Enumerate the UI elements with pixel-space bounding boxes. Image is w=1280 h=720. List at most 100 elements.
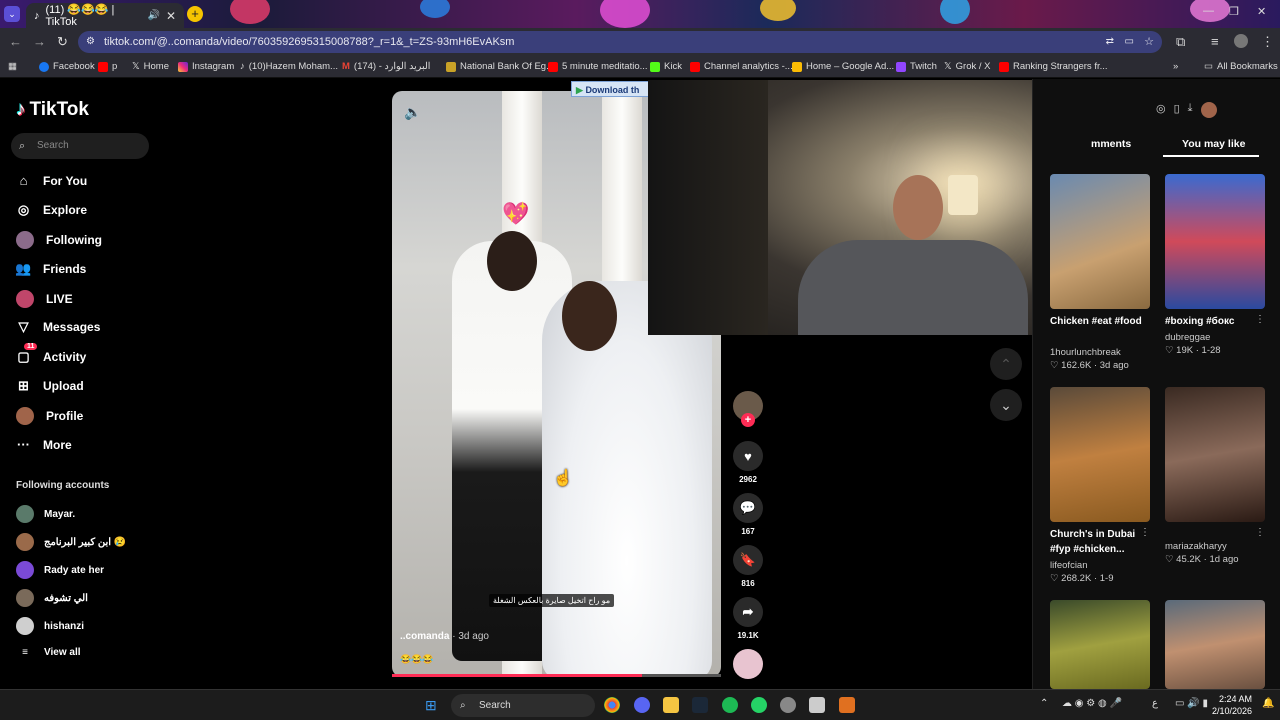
browser-menu-icon[interactable]: ⋮ <box>1261 34 1274 50</box>
nav-for-you[interactable]: ⌂ For You <box>16 173 88 188</box>
tab-comments[interactable]: mments <box>1091 138 1131 150</box>
notification-icon[interactable]: 🔔 <box>1262 698 1274 709</box>
bookmark-nbe[interactable]: National Bank Of Eg... <box>446 61 554 72</box>
video-username[interactable]: 1hourlunchbreak <box>1050 347 1121 358</box>
nav-activity[interactable]: ▢ 11 Activity <box>16 343 86 364</box>
bookmarks-overflow-icon[interactable]: » <box>1173 61 1178 72</box>
bookmark-twitch[interactable]: Twitch <box>896 61 937 72</box>
forward-icon[interactable]: → <box>33 34 46 49</box>
video-thumbnail[interactable] <box>1050 387 1150 522</box>
device-icon[interactable]: ▯ <box>1174 102 1180 118</box>
bookmark-ranking[interactable]: Ranking Strangers fr... <box>999 61 1108 72</box>
bookmark-star-icon[interactable]: ☆ <box>1144 31 1154 53</box>
cast-icon[interactable]: ▭ <box>1125 31 1134 53</box>
back-icon[interactable]: ← <box>9 34 22 49</box>
share-button[interactable]: ➦ 19.1K <box>733 597 763 640</box>
bookmark-hazem[interactable]: ♪ (10)Hazem Moham... <box>240 61 338 72</box>
app-icon[interactable] <box>839 697 855 713</box>
chrome-icon[interactable] <box>604 697 620 713</box>
app-icon[interactable] <box>809 697 825 713</box>
tiktok-logo[interactable]: ♪ TikTok <box>16 99 89 121</box>
video-title[interactable]: #boxing #бокс <box>1165 314 1265 329</box>
whatsapp-icon[interactable] <box>751 697 767 713</box>
video-thumbnail[interactable] <box>1050 600 1150 689</box>
window-minimize-icon[interactable]: — <box>1203 5 1214 17</box>
more-options-icon[interactable]: ⋮ <box>1140 527 1150 538</box>
all-bookmarks[interactable]: ▭ All Bookmarks <box>1204 61 1278 72</box>
tab-you-may-like[interactable]: You may like <box>1182 138 1245 150</box>
bookmark-home[interactable]: 𝕏 Home <box>132 61 169 72</box>
following-account[interactable]: الي تشوفه <box>16 589 88 607</box>
extensions-icon[interactable]: ⧉ <box>1176 34 1185 50</box>
video-thumbnail[interactable] <box>1165 387 1265 522</box>
view-all-link[interactable]: ≡ View all <box>16 647 80 658</box>
video-author[interactable]: ..comanda · 3d ago <box>400 631 489 642</box>
following-account[interactable]: hishanzi <box>16 617 84 635</box>
obs-icon[interactable] <box>780 697 796 713</box>
close-tab-icon[interactable]: ✕ <box>166 9 176 23</box>
tab-search-icon[interactable]: ⌄ <box>4 6 20 22</box>
spotify-icon[interactable] <box>722 697 738 713</box>
video-title[interactable]: Church's in Dubai #fyp #chicken... <box>1050 527 1150 557</box>
discord-icon[interactable] <box>634 697 650 713</box>
tab-audio-icon[interactable]: 🔊 <box>147 10 159 21</box>
following-account[interactable]: Mayar. <box>16 505 75 523</box>
volume-icon[interactable]: 🔈 <box>404 104 421 121</box>
video-thumbnail[interactable] <box>1165 600 1265 689</box>
profile-avatar[interactable] <box>1234 34 1248 48</box>
video-username[interactable]: dubreggae <box>1165 332 1210 343</box>
more-options-icon[interactable]: ⋮ <box>1255 527 1265 538</box>
following-account[interactable]: Rady ate her <box>16 561 104 579</box>
coin-icon[interactable]: ◎ <box>1156 102 1166 118</box>
bookmark-google-ads[interactable]: Home – Google Ad... <box>792 61 894 72</box>
video-title[interactable]: Chicken #eat #food <box>1050 314 1150 329</box>
bookmark-kick[interactable]: Kick <box>650 61 682 72</box>
following-account[interactable]: ابن كبير البرنامج 😢 <box>16 533 126 551</box>
bookmark-gmail[interactable]: M (174) - البريد الوارد <box>342 61 430 72</box>
url-input[interactable]: ⚙ tiktok.com/@..comanda/video/7603592695… <box>78 31 1162 53</box>
language-icon[interactable]: ع <box>1152 698 1158 709</box>
translate-icon[interactable]: ⇄ <box>1106 31 1114 53</box>
follow-plus-icon[interactable]: + <box>741 413 755 427</box>
reading-list-icon[interactable]: ≡ <box>1211 34 1219 49</box>
windows-start-icon[interactable]: ⊞ <box>425 697 441 713</box>
apps-grid-icon[interactable]: ▦ <box>8 61 17 72</box>
author-avatar-button[interactable]: + <box>733 391 763 427</box>
video-progress-bar[interactable] <box>392 674 721 677</box>
nav-explore[interactable]: ◎ Explore <box>16 202 87 217</box>
file-explorer-icon[interactable] <box>663 697 679 713</box>
nav-messages[interactable]: ▽ Messages <box>16 319 101 334</box>
download-icon[interactable]: ⤓ <box>1188 102 1193 118</box>
active-tab[interactable]: ♪ (11) 😂😂😂 | TikTok 🔊 ✕ <box>26 3 184 28</box>
tray-icons[interactable]: ☁ ◉ ⚙ ◍ 🎤 <box>1062 698 1122 709</box>
more-options-icon[interactable]: ⋮ <box>1255 314 1265 325</box>
network-volume-battery-icon[interactable]: ▭ 🔊 ▮ <box>1175 698 1208 709</box>
site-info-icon[interactable]: ⚙ <box>86 31 95 53</box>
reload-icon[interactable]: ↻ <box>57 34 68 50</box>
nav-profile[interactable]: Profile <box>16 407 83 425</box>
next-video-button[interactable]: ⌄ <box>990 389 1022 421</box>
bookmark-grok[interactable]: 𝕏 Grok / X <box>944 61 991 72</box>
tray-overflow-icon[interactable]: ⌃ <box>1040 698 1048 709</box>
nav-live[interactable]: LIVE <box>16 290 73 308</box>
taskbar-search-input[interactable]: ⌕ Search <box>451 694 595 717</box>
nav-following[interactable]: Following <box>16 231 102 249</box>
video-thumbnail[interactable] <box>1165 174 1265 309</box>
nav-friends[interactable]: 👥 Friends <box>15 261 86 276</box>
window-close-icon[interactable]: ✕ <box>1257 5 1266 18</box>
nav-upload[interactable]: ⊞ Upload <box>16 378 84 393</box>
video-thumbnail[interactable] <box>1050 174 1150 309</box>
save-button[interactable]: 🔖 816 <box>733 545 763 588</box>
user-avatar[interactable] <box>1200 102 1217 118</box>
search-input[interactable]: ⌕ Search <box>11 133 149 159</box>
video-username[interactable]: lifeofcian <box>1050 560 1088 571</box>
window-restore-icon[interactable]: ❐ <box>1229 5 1239 18</box>
taskbar-clock[interactable]: 2:24 AM 2/10/2026 <box>1212 693 1252 717</box>
bookmark-channel-analytics[interactable]: Channel analytics -... <box>690 61 793 72</box>
download-button[interactable]: ▶ Download th <box>571 81 649 97</box>
steam-icon[interactable] <box>692 697 708 713</box>
nav-more[interactable]: ··· More <box>16 437 72 452</box>
bookmark-instagram[interactable]: Instagram <box>178 61 234 72</box>
like-button[interactable]: ♥ 2962 <box>733 441 763 484</box>
previous-video-button[interactable]: ⌃ <box>990 348 1022 380</box>
